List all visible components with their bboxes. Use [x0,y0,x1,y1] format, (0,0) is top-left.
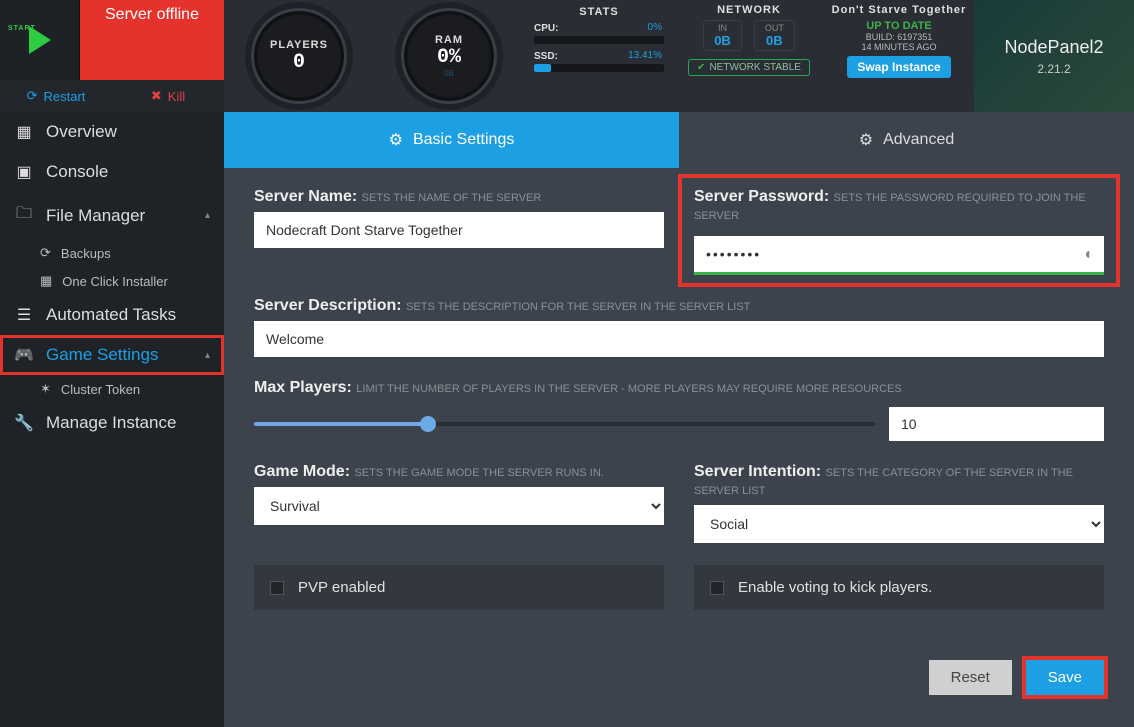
sidebar-item-game-settings[interactable]: 🎮 Game Settings ▴ [0,335,224,375]
server-status: Server offline [80,0,224,80]
folder-icon: 🗀 [14,202,34,229]
ram-gauge: RAM 0% 0B [374,0,524,112]
restart-button[interactable]: ⟳ Restart [0,80,112,112]
network-box: NETWORK IN 0B OUT 0B ✔ NETWORK STABLE [674,0,824,112]
max-players-label: Max Players: LIMIT THE NUMBER OF PLAYERS… [254,379,1104,397]
restart-icon: ⟳ [27,88,38,104]
network-stable-badge: ✔ NETWORK STABLE [688,59,810,76]
max-players-value[interactable]: 10 [889,407,1104,441]
grid-icon: ▦ [14,122,34,142]
settings-tabs: ⚙ Basic Settings ⚙ Advanced [224,112,1134,168]
top-bar: START Server offline ⟳ Restart ✖ Kill PL… [0,0,1134,112]
server-name-input[interactable] [254,212,664,248]
pvp-checkbox[interactable] [270,581,284,595]
tab-basic-settings[interactable]: ⚙ Basic Settings [224,112,679,168]
game-mode-select[interactable]: Survival [254,487,664,525]
swap-instance-button[interactable]: Swap Instance [847,56,950,78]
wrench-icon: 🔧 [14,413,34,433]
gear-icon: ⚙ [859,130,873,150]
server-intention-label: Server Intention: SETS THE CATEGORY OF T… [694,463,1104,499]
kill-button[interactable]: ✖ Kill [112,80,224,112]
tab-advanced[interactable]: ⚙ Advanced [679,112,1134,168]
server-desc-input[interactable] [254,321,1104,357]
server-password-label: Server Password: SETS THE PASSWORD REQUI… [694,188,1104,230]
stats-box: STATS CPU: 0% SSD: 13.41% [524,0,674,112]
save-button[interactable]: Save [1026,660,1104,695]
game-info-box: Don't Starve Together UP TO DATE BUILD: … [824,0,974,112]
reset-button[interactable]: Reset [929,660,1012,695]
check-icon: ✔ [697,62,705,73]
sidebar-item-manage-instance[interactable]: 🔧 Manage Instance [0,403,224,443]
sidebar-item-console[interactable]: ▣ Console [0,152,224,192]
net-in: IN 0B [703,20,742,51]
start-button[interactable]: START [0,0,80,80]
chevron-up-icon: ▴ [205,210,210,221]
form-area: Server Name: SETS THE NAME OF THE SERVER… [224,168,1134,727]
sidebar-item-automated-tasks[interactable]: ☰ Automated Tasks [0,295,224,335]
game-mode-label: Game Mode: SETS THE GAME MODE THE SERVER… [254,463,664,481]
max-players-slider[interactable] [254,422,875,426]
token-icon: ✶ [40,381,51,397]
sidebar: ▦ Overview ▣ Console 🗀 File Manager ▴ ⟳ … [0,112,224,727]
brand-box: NodePanel2 2.21.2 [974,0,1134,112]
chevron-up-icon: ▴ [205,350,210,361]
tasks-icon: ☰ [14,305,34,325]
vote-kick-row[interactable]: Enable voting to kick players. [694,565,1104,610]
sidebar-item-backups[interactable]: ⟳ Backups [0,239,224,267]
sidebar-item-file-manager[interactable]: 🗀 File Manager ▴ [0,192,224,239]
sidebar-item-overview[interactable]: ▦ Overview [0,112,224,152]
server-name-label: Server Name: SETS THE NAME OF THE SERVER [254,188,664,206]
net-out: OUT 0B [754,20,795,51]
pvp-enabled-row[interactable]: PVP enabled [254,565,664,610]
vote-checkbox[interactable] [710,581,724,595]
backup-icon: ⟳ [40,245,51,261]
sidebar-item-cluster-token[interactable]: ✶ Cluster Token [0,375,224,403]
players-gauge: PLAYERS 0 [224,0,374,112]
server-password-input[interactable] [694,236,1104,272]
gamepad-icon: 🎮 [14,345,34,365]
kill-icon: ✖ [151,88,162,104]
gear-icon: ⚙ [389,130,403,150]
server-desc-label: Server Description: SETS THE DESCRIPTION… [254,297,1104,315]
installer-icon: ▦ [40,273,52,289]
terminal-icon: ▣ [14,162,34,182]
sidebar-item-one-click[interactable]: ▦ One Click Installer [0,267,224,295]
eye-icon[interactable]: ◐ [1084,246,1094,264]
server-intention-select[interactable]: Social [694,505,1104,543]
